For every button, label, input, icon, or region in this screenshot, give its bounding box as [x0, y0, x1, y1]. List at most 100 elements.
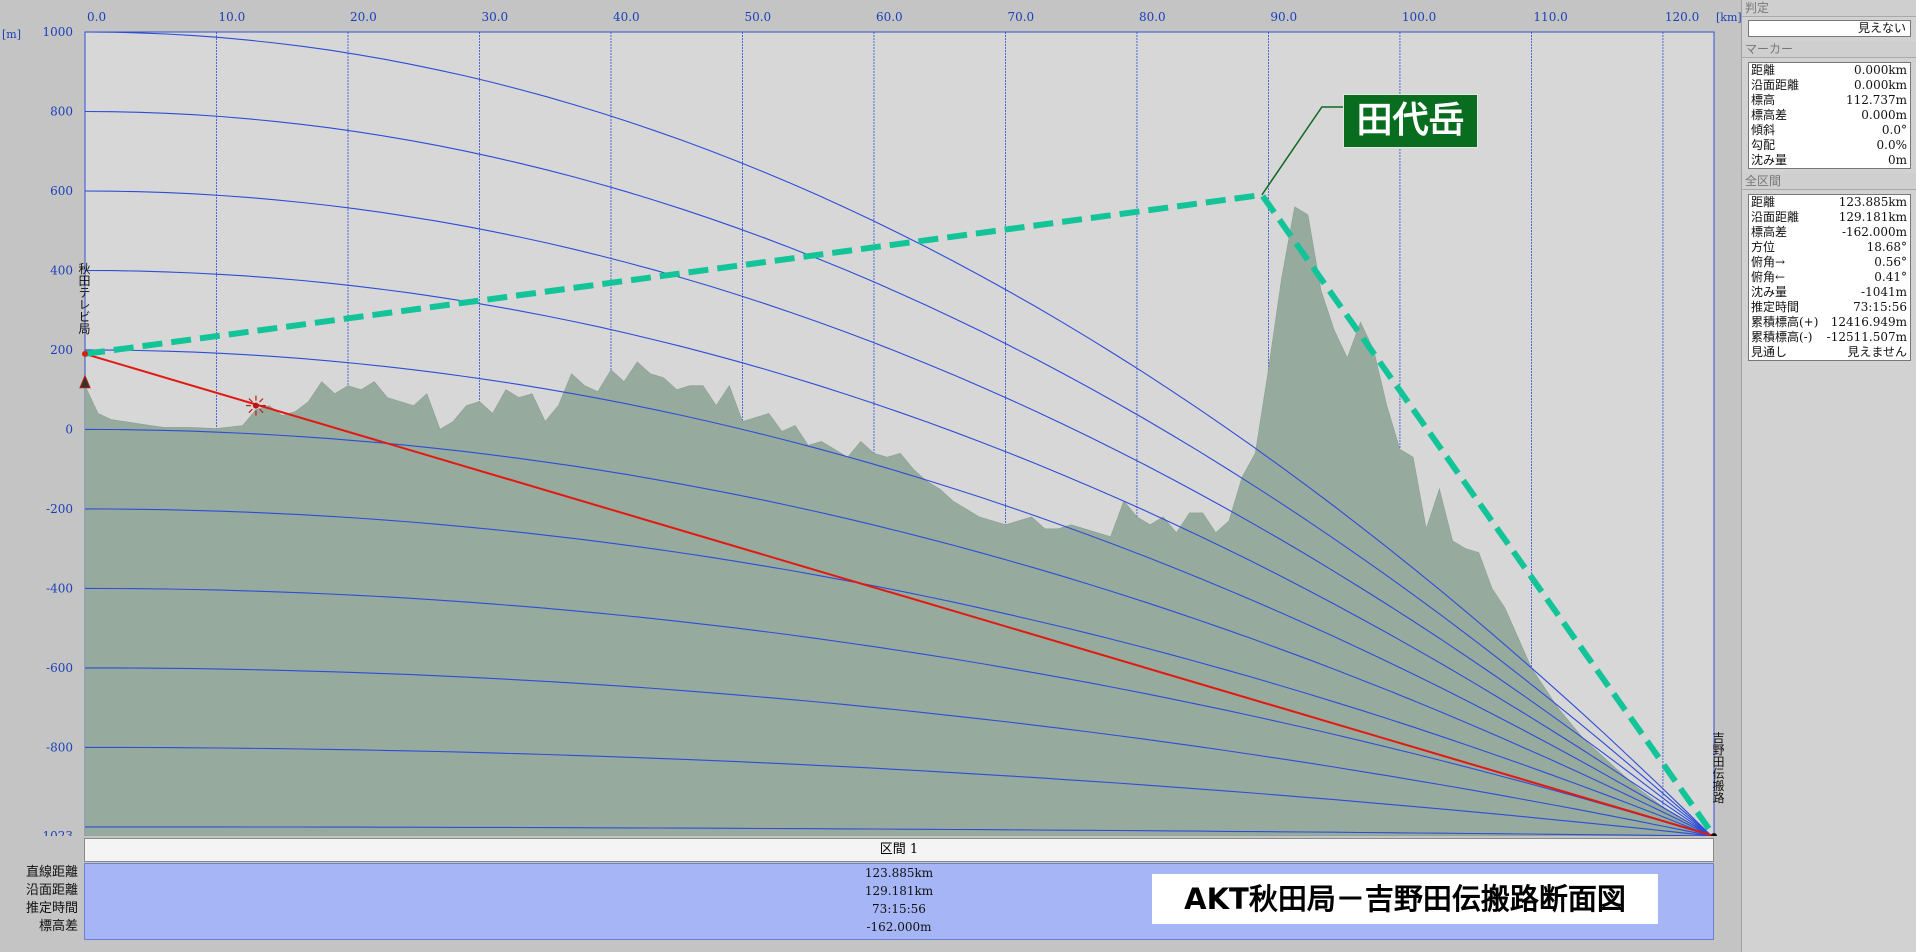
marker-row-value: 0.0°	[1881, 123, 1907, 137]
marker-row: 沈み量 0m	[1749, 153, 1910, 168]
marker-row-label: 勾配	[1751, 138, 1776, 152]
y-tick-label: -200	[46, 502, 73, 516]
all-row-label: 見通し	[1751, 345, 1788, 359]
y-unit-label: [m]	[2, 28, 21, 41]
all-row-label: 累積標高(-)	[1751, 330, 1813, 344]
all-row: 標高差 -162.000m	[1749, 225, 1910, 240]
section-label: 直線距離	[25, 865, 78, 880]
x-tick-label: 90.0	[1270, 10, 1297, 24]
all-row: 見通し 見えません	[1749, 345, 1910, 360]
marker-row: 距離 0.000km	[1749, 63, 1910, 78]
section-label: 推定時間	[25, 901, 78, 916]
start-station-label: 秋田テレビ局	[77, 262, 91, 335]
all-row-label: 推定時間	[1751, 300, 1800, 314]
section-label: 沿面距離	[25, 883, 78, 898]
all-row-value: 0.41°	[1874, 270, 1907, 284]
all-row: 俯角→ 0.56°	[1749, 255, 1910, 270]
all-row-value: 123.885km	[1838, 195, 1907, 209]
x-tick-label: 110.0	[1533, 10, 1567, 24]
all-row: 推定時間 73:15:56	[1749, 300, 1910, 315]
all-row-value: 129.181km	[1838, 210, 1907, 224]
all-row-label: 距離	[1751, 195, 1776, 209]
x-tick-label: 10.0	[218, 10, 245, 24]
marker-row-label: 沿面距離	[1751, 78, 1800, 92]
marker-row: 傾斜 0.0°	[1749, 123, 1910, 138]
end-station-label: 吉野田伝搬路	[1711, 731, 1725, 804]
y-tick-label: 1000	[42, 25, 73, 39]
all-row-label: 俯角←	[1751, 270, 1786, 284]
y-tick-label: 800	[50, 104, 73, 118]
peak-callout: 田代岳	[1343, 94, 1478, 148]
y-tick-label: -600	[46, 661, 73, 675]
y-tick-label: -400	[46, 581, 73, 595]
marker-table: 距離 0.000km 沿面距離 0.000km 標高 112.737m 標高差 0.00…	[1748, 62, 1911, 169]
all-row-label: 俯角→	[1751, 255, 1786, 269]
all-row: 累積標高(-) -12511.507m	[1749, 330, 1910, 345]
x-unit-label: [km]	[1716, 11, 1741, 24]
all-row-value: 12416.949m	[1830, 315, 1907, 329]
x-tick-label: 50.0	[744, 10, 771, 24]
x-tick-label: 70.0	[1007, 10, 1034, 24]
profile-chart: 0.0 10.0 20.0 30.0 40.0 50.0 60.0 70.0 80.0 90.0 1…	[2, 10, 1741, 836]
x-tick-label: 20.0	[350, 10, 377, 24]
marker-row: 標高 112.737m	[1749, 93, 1910, 108]
marker-row-value: 0.000m	[1861, 108, 1907, 122]
y-tick-label: 0	[65, 422, 73, 436]
figure-title: AKT秋田局－吉野田伝搬路断面図	[1152, 874, 1658, 924]
y-tick-label: 400	[50, 263, 73, 277]
all-row: 累積標高(+) 12416.949m	[1749, 315, 1910, 330]
judge-header: 判定	[1742, 0, 1916, 17]
all-row-value: 0.56°	[1874, 255, 1907, 269]
all-section-header: 全区間	[1742, 173, 1916, 190]
x-tick-label: 40.0	[613, 10, 640, 24]
marker-row-label: 標高差	[1751, 108, 1788, 122]
x-tick-label: 0.0	[87, 10, 106, 24]
all-row: 沿面距離 129.181km	[1749, 210, 1910, 225]
y-tick-label: -800	[46, 740, 73, 754]
judge-value: 見えない	[1748, 20, 1911, 37]
all-row: 方位 18.68°	[1749, 240, 1910, 255]
all-row-label: 方位	[1751, 240, 1776, 254]
marker-row-label: 沈み量	[1751, 153, 1788, 167]
all-row-label: 標高差	[1751, 225, 1788, 239]
all-row: 沈み量 -1041m	[1749, 285, 1910, 300]
marker-icon	[252, 402, 259, 409]
marker-row-value: 0.000km	[1853, 63, 1907, 77]
marker-row-label: 傾斜	[1751, 123, 1776, 137]
all-row-value: 見えません	[1847, 345, 1907, 359]
y-tick-label: 600	[50, 184, 73, 198]
x-tick-label: 60.0	[876, 10, 903, 24]
marker-header: マーカー	[1742, 41, 1916, 58]
side-panel: 判定 見えない マーカー 距離 0.000km 沿面距離 0.000km 標高 112…	[1741, 0, 1916, 952]
marker-row-value: 0m	[1887, 153, 1907, 167]
section-header[interactable]: 区間 1	[84, 838, 1714, 862]
marker-row-value: 0.0%	[1876, 138, 1908, 152]
all-row-value: -12511.507m	[1826, 330, 1907, 344]
marker-row-label: 距離	[1751, 63, 1776, 77]
all-row: 俯角← 0.41°	[1749, 270, 1910, 285]
all-row-value: 18.68°	[1866, 240, 1907, 254]
marker-row-value: 112.737m	[1845, 93, 1907, 107]
marker-row-label: 標高	[1751, 93, 1776, 107]
x-tick-label: 120.0	[1665, 10, 1699, 24]
marker-row: 勾配 0.0%	[1749, 138, 1910, 153]
all-row-label: 累積標高(+)	[1751, 315, 1819, 329]
section-label: 標高差	[38, 919, 78, 934]
x-tick-label: 100.0	[1402, 10, 1436, 24]
all-row-value: -162.000m	[1841, 225, 1907, 239]
all-row-label: 沈み量	[1751, 285, 1788, 299]
start-point	[82, 350, 88, 357]
y-tick-label: 200	[50, 343, 73, 357]
all-row-value: -1041m	[1861, 285, 1907, 299]
marker-row: 沿面距離 0.000km	[1749, 78, 1910, 93]
marker-row-value: 0.000km	[1853, 78, 1907, 92]
all-row: 距離 123.885km	[1749, 195, 1910, 210]
y-tick-label: -1023	[38, 829, 73, 836]
x-tick-label: 30.0	[481, 10, 508, 24]
all-section-table: 距離 123.885km 沿面距離 129.181km 標高差 -162.000m 方…	[1748, 194, 1911, 361]
section-row-labels: 直線距離 沿面距離 推定時間 標高差	[0, 864, 78, 936]
all-row-value: 73:15:56	[1853, 300, 1907, 314]
marker-row: 標高差 0.000m	[1749, 108, 1910, 123]
x-tick-label: 80.0	[1139, 10, 1166, 24]
all-row-label: 沿面距離	[1751, 210, 1800, 224]
